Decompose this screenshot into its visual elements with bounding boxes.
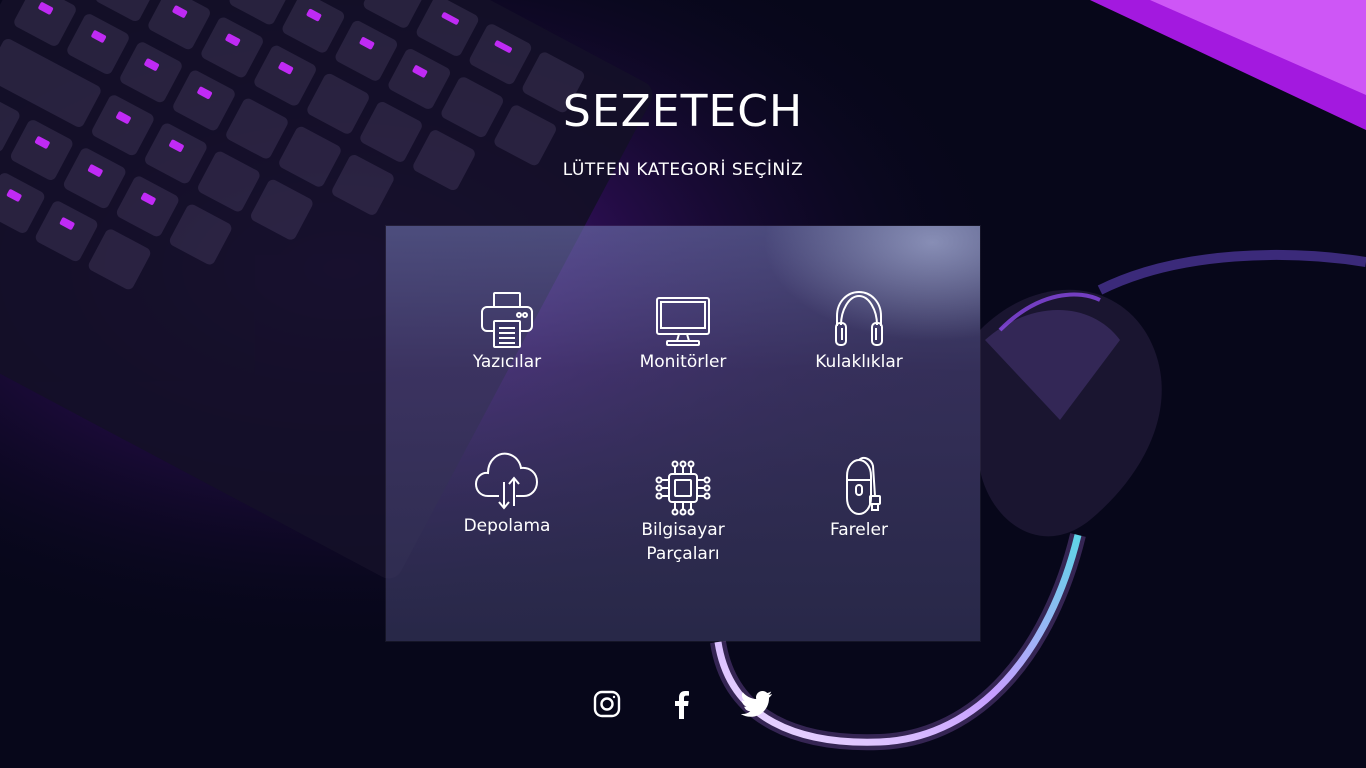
category-label-printers: Yazıcılar [472,352,542,372]
category-label-mice: Fareler [830,520,888,540]
mouse-icon [846,457,881,516]
category-label-computer-parts-line2: Parçaları [646,544,720,564]
category-headphones[interactable]: Kulaklıklar [779,290,939,374]
category-label-headphones: Kulaklıklar [815,352,903,372]
chip-icon [655,460,711,516]
facebook-link[interactable] [664,686,700,722]
twitter-link[interactable] [739,686,775,722]
category-storage[interactable]: Depolama [427,448,587,538]
category-panel: Yazıcılar Monitörler Kulaklıklar Depolam… [386,226,980,641]
category-label-storage: Depolama [463,516,551,536]
twitter-icon [741,691,772,717]
monitor-icon [656,297,710,346]
category-monitors[interactable]: Monitörler [603,290,763,374]
instagram-icon [593,690,621,718]
facebook-icon [675,691,689,719]
category-computer-parts[interactable]: Bilgisayar Parçaları [603,458,763,566]
headphones-icon [835,290,883,346]
instagram-link[interactable] [589,686,625,722]
category-mice[interactable]: Fareler [779,456,939,542]
category-printers[interactable]: Yazıcılar [427,290,587,374]
category-label-computer-parts-line1: Bilgisayar [641,520,725,540]
brand-title: SEZETECH [562,86,804,137]
category-label-monitors: Monitörler [639,352,727,372]
printer-icon [481,292,533,348]
cloud-storage-icon [474,452,539,510]
page-subtitle: LÜTFEN KATEGORİ SEÇİNİZ [562,160,804,180]
